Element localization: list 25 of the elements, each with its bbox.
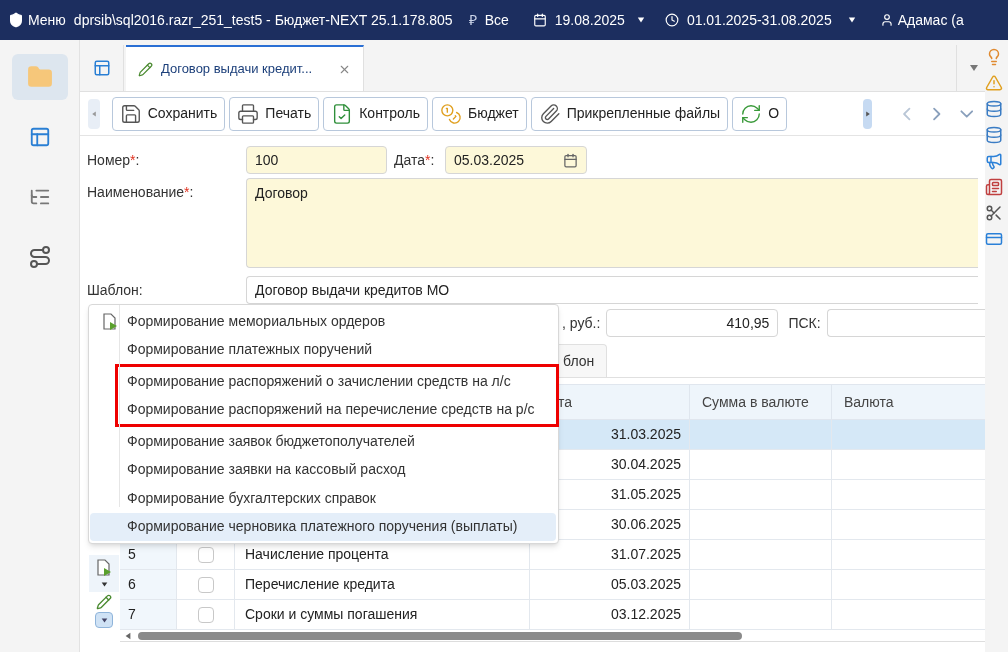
field-label: Номер*: (87, 152, 140, 168)
table-cell-text: Сроки и суммы погашения (245, 605, 418, 624)
table-cell-text: 30.06.2025 (610, 515, 681, 534)
table-cell-text: 31.07.2025 (610, 545, 681, 564)
field-label: Дата*: (394, 152, 435, 168)
row-number: 6 (128, 575, 136, 594)
table-cell-text: 05.03.2025 (610, 575, 681, 594)
table-cell-text: 31.03.2025 (610, 425, 681, 444)
field-label: Наименование*: (87, 184, 194, 200)
table-cell-text: 30.04.2025 (610, 455, 681, 474)
table-cell-text: Перечисление кредита (245, 575, 395, 594)
filter-value: Все (484, 10, 509, 30)
window-title: dprsib\sql2016.razr_251_test5 - Бюджет-NEXT 25.1.178.805 (73, 10, 453, 30)
column-header: Сумма в валюте (702, 392, 809, 412)
row-number: 7 (128, 605, 136, 624)
column-header: та (558, 392, 573, 412)
ruble-sign: ₽ (468, 10, 477, 30)
amount-label: , руб.: (562, 313, 601, 333)
field-label: Шаблон: (87, 282, 143, 298)
table-cell-text: 31.05.2025 (610, 485, 681, 504)
column-header: Валюта (844, 392, 894, 412)
table-cell-text: 03.12.2025 (610, 605, 681, 624)
psk-label: ПСК: (788, 313, 821, 333)
table-cell-text: Начисление процента (245, 545, 389, 564)
row-number: 5 (128, 545, 136, 564)
